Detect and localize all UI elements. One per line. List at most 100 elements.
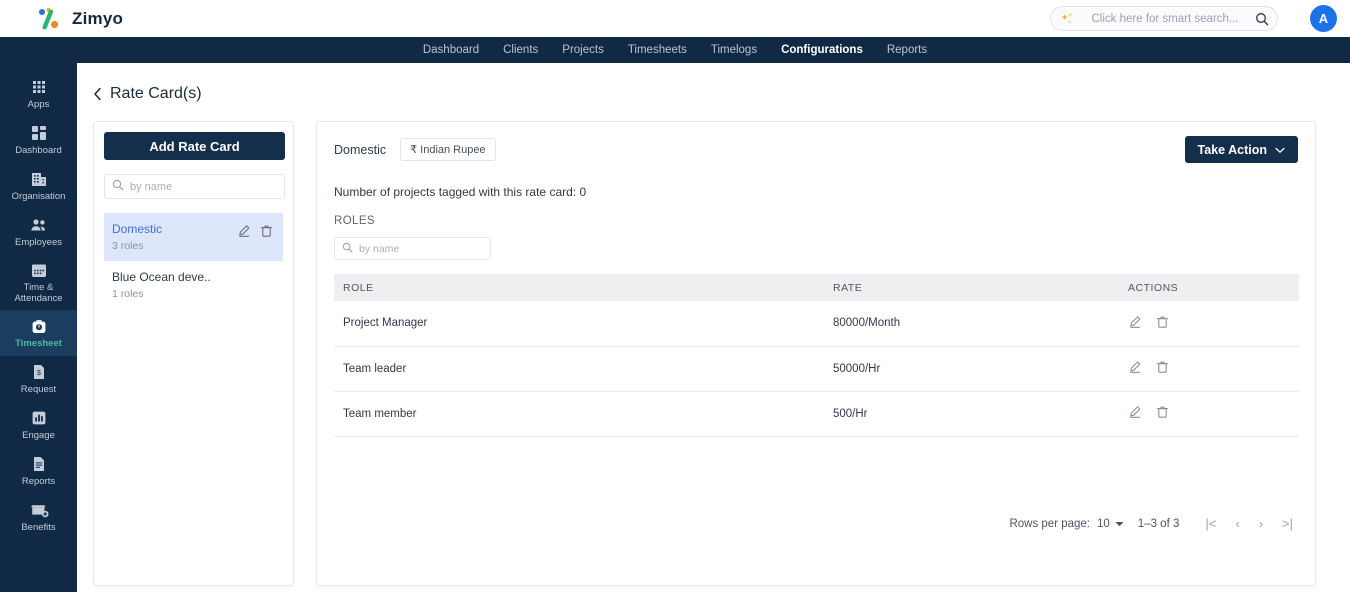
rate-card-list-panel: Add Rate Card by name Domestic 3 roles B… (93, 121, 294, 586)
trash-icon[interactable] (260, 224, 273, 243)
dashboard-squares-icon (29, 123, 49, 143)
nav-item-timelogs[interactable]: Timelogs (711, 44, 757, 56)
list-item-subtitle: 3 roles (112, 240, 144, 252)
report-document-icon (29, 454, 49, 474)
rows-per-page-value: 10 (1097, 517, 1110, 530)
table-row: Project Manager 80000/Month (334, 301, 1299, 347)
detail-header: Domestic ₹ Indian Rupee (317, 122, 1315, 161)
list-item-subtitle: 1 roles (112, 288, 144, 300)
column-header-actions: ACTIONS (1119, 274, 1299, 301)
roles-search-placeholder: by name (359, 242, 400, 255)
first-page-button[interactable]: |< (1205, 516, 1216, 531)
nav-item-dashboard[interactable]: Dashboard (423, 44, 479, 56)
roles-section-label: ROLES (334, 215, 375, 227)
cell-actions (1119, 301, 1299, 347)
sidebar-label-benefits: Benefits (21, 521, 56, 533)
search-icon (112, 178, 124, 196)
nav-item-projects[interactable]: Projects (562, 44, 604, 56)
sidebar-label-time-attendance: Time & Attendance (14, 282, 63, 304)
sidebar-item-request[interactable]: $ Request (0, 356, 77, 402)
tagged-projects-text: Number of projects tagged with this rate… (334, 185, 587, 199)
stopwatch-bag-icon (29, 316, 49, 336)
chevron-left-icon[interactable] (93, 87, 102, 101)
sidebar-label-dashboard: Dashboard (15, 145, 62, 157)
building-icon (29, 169, 49, 189)
sidebar-item-timesheet[interactable]: Timesheet (0, 309, 77, 356)
last-page-button[interactable]: >| (1282, 516, 1293, 531)
sidebar-label-organisation: Organisation (11, 191, 66, 203)
cell-rate: 50000/Hr (824, 346, 1119, 392)
prev-page-button[interactable]: ‹ (1235, 516, 1239, 531)
trash-icon[interactable] (1156, 315, 1169, 332)
cell-rate: 500/Hr (824, 391, 1119, 437)
cell-role: Team member (334, 391, 824, 437)
trash-icon[interactable] (1156, 360, 1169, 377)
sidebar-item-organisation[interactable]: Organisation (0, 163, 77, 209)
money-document-icon: $ (29, 362, 49, 382)
next-page-button[interactable]: › (1259, 516, 1263, 531)
sidebar-label-employees: Employees (15, 237, 62, 249)
column-header-rate: RATE (824, 274, 1119, 301)
sidebar-item-benefits[interactable]: Benefits (0, 494, 77, 540)
svg-text:$: $ (37, 370, 41, 377)
take-action-button[interactable]: Take Action (1184, 136, 1298, 163)
rate-card-search-input[interactable]: by name (104, 174, 285, 199)
currency-chip: ₹ Indian Rupee (400, 138, 496, 161)
chevron-down-icon (1115, 518, 1124, 530)
page-header: Rate Card(s) (77, 63, 1350, 103)
grid-dots-icon (29, 77, 49, 97)
sidebar-item-time-attendance[interactable]: Time & Attendance (0, 255, 77, 310)
avatar[interactable]: A (1310, 5, 1337, 32)
sidebar-item-reports[interactable]: Reports (0, 448, 77, 494)
roles-search-input[interactable]: by name (334, 237, 491, 260)
zimyo-percent-logo-icon (36, 7, 62, 31)
benefits-plus-icon (29, 500, 49, 520)
sidebar-item-apps[interactable]: Apps (0, 71, 77, 117)
list-item-title: Blue Ocean deve.. (112, 270, 211, 284)
rate-card-search-placeholder: by name (130, 180, 173, 193)
calendar-icon (29, 260, 49, 280)
rate-card-list: Domestic 3 roles Blue Ocean deve.. 1 rol… (104, 213, 283, 309)
add-rate-card-button[interactable]: Add Rate Card (104, 132, 285, 160)
list-item[interactable]: Domestic 3 roles (104, 213, 283, 261)
list-item-title: Domestic (112, 222, 163, 236)
search-icon[interactable] (1255, 12, 1269, 26)
nav-item-reports[interactable]: Reports (887, 44, 927, 56)
chevron-down-icon (1275, 143, 1285, 157)
edit-pencil-icon[interactable] (1128, 315, 1142, 332)
pagination: Rows per page: 10 1–3 of 3 |< ‹ › >| (1009, 516, 1293, 531)
roles-table: ROLE RATE ACTIONS Project Manager 80000/… (334, 274, 1299, 437)
sidebar-item-employees[interactable]: Employees (0, 209, 77, 255)
sidebar-label-apps: Apps (27, 99, 50, 111)
top-bar-inner: Zimyo Click here for smart search... A (16, 0, 1350, 37)
table-row: Team member 500/Hr (334, 391, 1299, 437)
sidebar-label-timesheet: Timesheet (15, 337, 62, 349)
brand[interactable]: Zimyo (36, 7, 123, 31)
nav-item-configurations[interactable]: Configurations (781, 44, 863, 56)
trash-icon[interactable] (1156, 405, 1169, 422)
rows-per-page-select[interactable]: 10 (1097, 518, 1124, 530)
nav-item-timesheets[interactable]: Timesheets (628, 44, 687, 56)
nav-item-clients[interactable]: Clients (503, 44, 538, 56)
table-header-row: ROLE RATE ACTIONS (334, 274, 1299, 301)
page-title: Rate Card(s) (110, 85, 202, 102)
edit-pencil-icon[interactable] (1128, 360, 1142, 377)
sidebar-label-request: Request (20, 383, 57, 395)
sidebar-label-reports: Reports (21, 475, 56, 487)
list-item[interactable]: Blue Ocean deve.. 1 roles (104, 261, 283, 309)
sidebar-item-dashboard[interactable]: Dashboard (0, 117, 77, 163)
cell-actions (1119, 391, 1299, 437)
cell-role: Project Manager (334, 301, 824, 347)
search-icon (342, 240, 353, 258)
edit-pencil-icon[interactable] (237, 224, 251, 243)
take-action-label: Take Action (1197, 142, 1267, 157)
cell-role: Team leader (334, 346, 824, 392)
sidebar-item-engage[interactable]: Engage (0, 402, 77, 448)
edit-pencil-icon[interactable] (1128, 405, 1142, 422)
smart-search-input[interactable]: Click here for smart search... (1050, 6, 1278, 31)
column-header-role: ROLE (334, 274, 824, 301)
top-bar: Zimyo Click here for smart search... A (0, 0, 1350, 37)
people-icon (29, 215, 49, 235)
cell-rate: 80000/Month (824, 301, 1119, 347)
left-sidebar: Apps Dashboard Organisation Employees Ti… (0, 63, 77, 592)
